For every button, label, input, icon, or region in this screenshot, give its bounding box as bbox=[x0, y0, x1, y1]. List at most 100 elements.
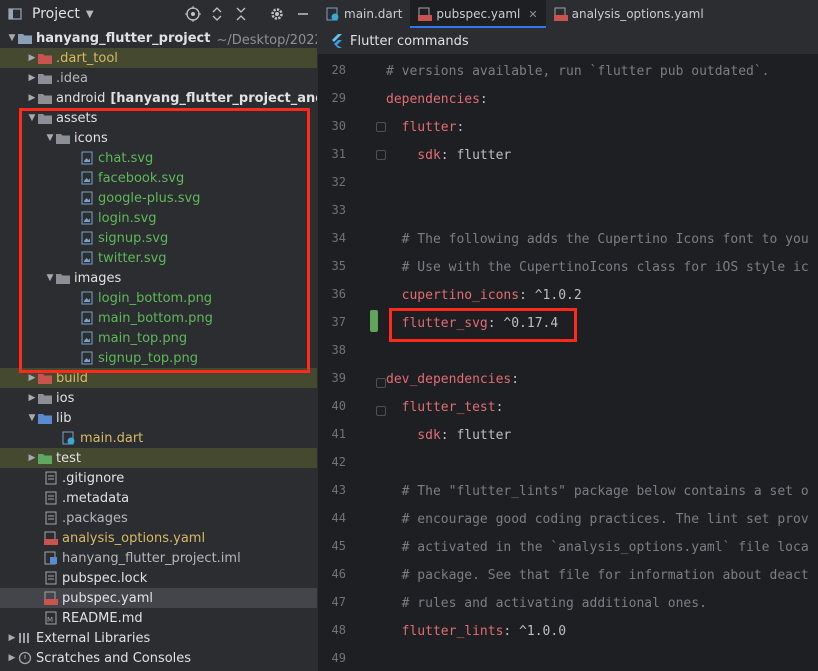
tree-item-dart-tool[interactable]: ▶ .dart_tool bbox=[0, 48, 317, 68]
project-panel-header: Project ▼ bbox=[0, 0, 317, 28]
tree-item-idea[interactable]: ▶ .idea bbox=[0, 68, 317, 88]
yaml-key: flutter bbox=[386, 120, 457, 135]
line-number: 46 bbox=[331, 567, 346, 581]
yaml-key: dev_dependencies bbox=[386, 372, 512, 387]
tree-item-file[interactable]: hanyang_flutter_project.iml bbox=[0, 548, 317, 568]
line-number: 42 bbox=[331, 455, 346, 469]
tree-item-external-libraries[interactable]: ▶ External Libraries bbox=[0, 628, 317, 648]
project-panel: Project ▼ ▼ hanyang_flutter_project ~/De… bbox=[0, 0, 317, 671]
code-line: sdk: flutter bbox=[386, 422, 511, 450]
expand-all-icon[interactable] bbox=[207, 4, 227, 24]
close-icon[interactable]: ✕ bbox=[528, 8, 537, 21]
line-number: 43 bbox=[331, 483, 346, 497]
tree-item-file[interactable]: .metadata bbox=[0, 488, 317, 508]
line-number: 37 bbox=[331, 315, 346, 329]
scratches-icon bbox=[18, 651, 32, 665]
chevron-right-icon[interactable]: ▶ bbox=[6, 653, 18, 663]
editor-area: main.dart pubspec.yaml ✕ analysis_option… bbox=[318, 0, 818, 671]
text-file-icon bbox=[44, 471, 58, 485]
folder-icon bbox=[38, 371, 52, 385]
collapse-all-icon[interactable] bbox=[231, 4, 251, 24]
code-line: # The "flutter_lints" package below cont… bbox=[386, 484, 809, 499]
chevron-down-icon[interactable]: ▼ bbox=[26, 413, 38, 423]
folder-icon bbox=[38, 91, 52, 105]
yaml-value: : bbox=[479, 92, 488, 107]
code-line: # activated in the `analysis_options.yam… bbox=[386, 540, 809, 555]
flutter-svg-highlight-box bbox=[389, 308, 577, 342]
tree-item-file[interactable]: .gitignore bbox=[0, 468, 317, 488]
tree-item-label: README.md bbox=[62, 610, 143, 626]
line-number: 48 bbox=[331, 623, 346, 637]
line-number: 41 bbox=[331, 427, 346, 441]
yaml-key: flutter_test bbox=[386, 400, 496, 415]
line-number: 45 bbox=[331, 539, 346, 553]
yaml-value: : ^1.0.2 bbox=[519, 288, 582, 303]
tree-item-file-selected[interactable]: pubspec.yaml bbox=[0, 588, 317, 608]
tree-item-label: .dart_tool bbox=[56, 50, 118, 66]
yaml-value: : ^1.0.0 bbox=[503, 624, 567, 639]
locate-icon[interactable] bbox=[183, 4, 203, 24]
project-panel-title[interactable]: Project bbox=[32, 6, 80, 22]
tree-item-android[interactable]: ▶ android [hanyang_flutter_project_andro bbox=[0, 88, 317, 108]
tab-main-dart[interactable]: main.dart bbox=[318, 0, 410, 28]
yaml-value: : bbox=[495, 400, 504, 415]
chevron-right-icon[interactable]: ▶ bbox=[6, 633, 18, 643]
tree-item-file[interactable]: main.dart bbox=[0, 428, 317, 448]
text-file-icon bbox=[44, 491, 58, 505]
code-line: flutter: bbox=[386, 114, 465, 142]
tree-item-label: ios bbox=[56, 390, 75, 406]
tree-item-label: hanyang_flutter_project bbox=[36, 30, 211, 46]
line-number: 30 bbox=[331, 119, 346, 133]
chevron-right-icon[interactable]: ▶ bbox=[26, 393, 38, 403]
tree-item-test[interactable]: ▶ test bbox=[0, 448, 317, 468]
folder-icon bbox=[38, 391, 52, 405]
yaml-key: sdk bbox=[386, 148, 441, 163]
tree-item-lib[interactable]: ▼ lib bbox=[0, 408, 317, 428]
markdown-file-icon: M bbox=[44, 611, 58, 625]
chevron-down-icon[interactable]: ▼ bbox=[86, 9, 94, 20]
tab-analysis-options[interactable]: analysis_options.yaml bbox=[546, 0, 712, 28]
tree-item-ios[interactable]: ▶ ios bbox=[0, 388, 317, 408]
tree-item-scratches[interactable]: ▶ Scratches and Consoles bbox=[0, 648, 317, 668]
tree-item-label: pubspec.yaml bbox=[62, 590, 153, 606]
project-view-icon bbox=[8, 7, 22, 21]
flutter-commands-label: Flutter commands bbox=[350, 33, 469, 49]
chevron-down-icon[interactable]: ▼ bbox=[6, 33, 18, 43]
line-number: 39 bbox=[331, 371, 346, 385]
gear-icon[interactable] bbox=[267, 4, 287, 24]
tab-pubspec-yaml[interactable]: pubspec.yaml ✕ bbox=[410, 0, 546, 28]
flutter-icon bbox=[330, 34, 344, 48]
tree-item-root[interactable]: ▼ hanyang_flutter_project ~/Desktop/2022… bbox=[0, 28, 317, 48]
line-number: 33 bbox=[331, 203, 346, 217]
code-line: # Use with the CupertinoIcons class for … bbox=[386, 260, 809, 275]
yaml-file-icon bbox=[418, 7, 433, 21]
folder-icon bbox=[38, 411, 52, 425]
tree-item-label: .gitignore bbox=[62, 470, 125, 486]
code-line: # The following adds the Cupertino Icons… bbox=[386, 232, 809, 247]
tab-label: main.dart bbox=[344, 7, 403, 21]
editor-tabs: main.dart pubspec.yaml ✕ analysis_option… bbox=[318, 0, 818, 28]
minimize-icon[interactable] bbox=[293, 4, 313, 24]
code-line: sdk: flutter bbox=[386, 142, 511, 170]
line-number: 28 bbox=[331, 63, 346, 77]
code-content[interactable]: # versions available, run `flutter pub o… bbox=[370, 54, 818, 671]
code-line: dev_dependencies: bbox=[386, 366, 519, 394]
tree-item-file[interactable]: pubspec.lock bbox=[0, 568, 317, 588]
chevron-right-icon[interactable]: ▶ bbox=[26, 453, 38, 463]
line-number: 31 bbox=[331, 147, 346, 161]
chevron-right-icon[interactable]: ▶ bbox=[26, 73, 38, 83]
library-icon bbox=[18, 631, 32, 645]
yaml-key: sdk bbox=[386, 428, 441, 443]
code-line: dependencies: bbox=[386, 86, 488, 114]
chevron-right-icon[interactable]: ▶ bbox=[26, 93, 38, 103]
chevron-right-icon[interactable]: ▶ bbox=[26, 373, 38, 383]
yaml-value: : bbox=[511, 372, 520, 387]
folder-icon bbox=[38, 451, 52, 465]
tree-item-file[interactable]: M README.md bbox=[0, 608, 317, 628]
assets-highlight-box bbox=[19, 108, 310, 373]
tree-item-file[interactable]: analysis_options.yaml bbox=[0, 528, 317, 548]
flutter-commands-bar[interactable]: Flutter commands bbox=[318, 28, 818, 55]
chevron-right-icon[interactable]: ▶ bbox=[26, 53, 38, 63]
tree-item-file[interactable]: .packages bbox=[0, 508, 317, 528]
line-number: 38 bbox=[331, 343, 346, 357]
